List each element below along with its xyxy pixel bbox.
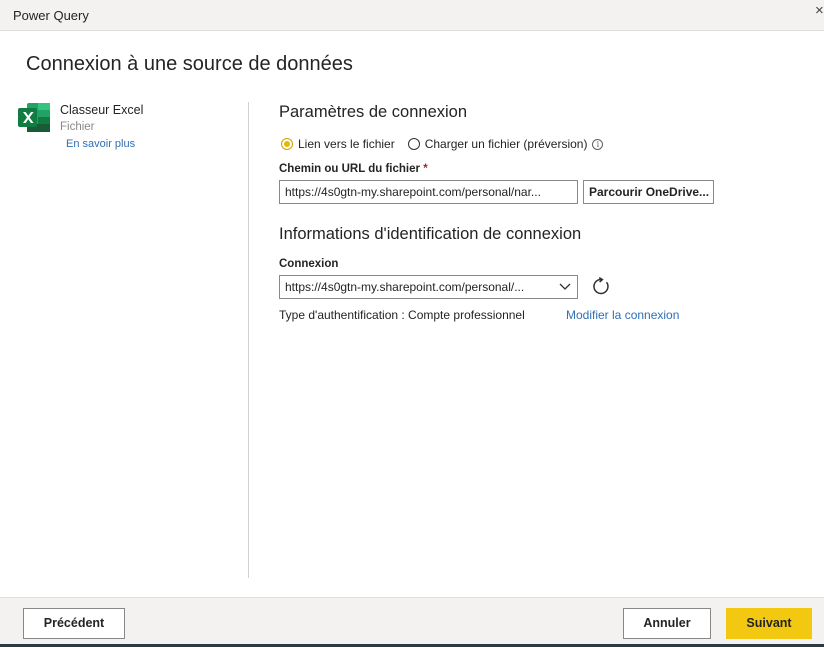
title-bar: Power Query × bbox=[0, 0, 824, 31]
info-icon[interactable]: i bbox=[592, 138, 604, 150]
file-source-radio-group: Lien vers le fichier Charger un fichier … bbox=[281, 137, 604, 151]
radio-upload-file[interactable] bbox=[407, 138, 420, 150]
page-title: Connexion à une source de données bbox=[26, 53, 353, 75]
refresh-icon[interactable] bbox=[592, 277, 611, 296]
file-path-input[interactable]: https://4s0gtn-my.sharepoint.com/persona… bbox=[279, 180, 578, 204]
learn-more-link[interactable]: En savoir plus bbox=[66, 138, 135, 150]
connection-settings-title: Paramètres de connexion bbox=[279, 103, 468, 121]
connection-dropdown[interactable]: https://4s0gtn-my.sharepoint.com/persona… bbox=[279, 275, 578, 299]
radio-link-label[interactable]: Lien vers le fichier bbox=[298, 137, 395, 151]
browse-onedrive-button[interactable]: Parcourir OneDrive... bbox=[583, 180, 714, 204]
file-path-label: Chemin ou URL du fichier * bbox=[279, 163, 428, 175]
excel-icon bbox=[18, 103, 50, 132]
close-icon[interactable]: × bbox=[815, 2, 824, 19]
connection-dropdown-value: https://4s0gtn-my.sharepoint.com/persona… bbox=[285, 280, 525, 294]
required-marker: * bbox=[423, 163, 428, 175]
source-name: Classeur Excel bbox=[60, 103, 144, 117]
radio-upload-label[interactable]: Charger un fichier (préversion) bbox=[425, 137, 588, 151]
previous-button[interactable]: Précédent bbox=[23, 608, 125, 639]
chevron-down-icon bbox=[559, 283, 571, 290]
next-button[interactable]: Suivant bbox=[726, 608, 812, 639]
source-type: Fichier bbox=[60, 121, 95, 133]
file-path-label-text: Chemin ou URL du fichier bbox=[279, 163, 420, 175]
window-title: Power Query bbox=[13, 8, 89, 23]
vertical-divider bbox=[248, 102, 249, 578]
credentials-title: Informations d'identification de connexi… bbox=[279, 225, 582, 243]
auth-type-text: Type d'authentification : Compte profess… bbox=[279, 308, 525, 322]
modify-connection-link[interactable]: Modifier la connexion bbox=[566, 308, 679, 322]
radio-link-to-file[interactable] bbox=[281, 138, 293, 150]
cancel-button[interactable]: Annuler bbox=[623, 608, 711, 639]
footer-bar: Précédent Annuler Suivant bbox=[0, 597, 824, 644]
connection-label: Connexion bbox=[279, 258, 339, 270]
